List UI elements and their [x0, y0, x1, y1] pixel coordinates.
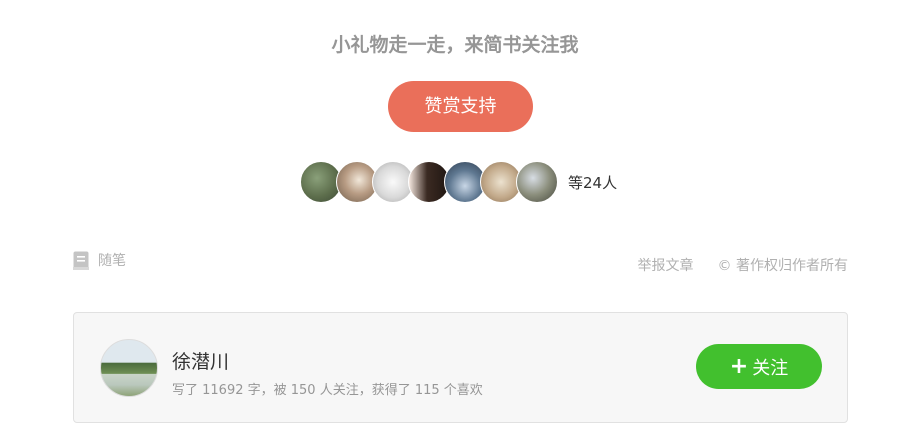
- article-meta: 举报文章 © 著作权归作者所有: [638, 255, 848, 275]
- supporters-count[interactable]: 等24人: [568, 172, 617, 193]
- author-name[interactable]: 徐潜川: [172, 347, 229, 374]
- author-avatar[interactable]: [100, 339, 158, 397]
- author-card: 徐潜川 写了 11692 字，被 150 人关注，获得了 115 个喜欢 + 关…: [73, 312, 848, 423]
- page: 小礼物走一走，来简书关注我 赞赏支持 等24人 随笔 举报文章 © 著作权归作者…: [0, 0, 910, 438]
- copyright-notice: © 著作权归作者所有: [717, 258, 848, 274]
- follow-label: 关注: [752, 357, 789, 379]
- reward-support-button[interactable]: 赞赏支持: [388, 81, 533, 132]
- follow-button[interactable]: + 关注: [696, 344, 822, 389]
- supporter-avatar[interactable]: [516, 161, 558, 203]
- report-article-link[interactable]: 举报文章: [638, 255, 694, 275]
- notebook-label: 随笔: [98, 253, 126, 269]
- plus-icon: +: [729, 353, 749, 379]
- notebook-icon: [73, 251, 89, 270]
- author-stats: 写了 11692 字，被 150 人关注，获得了 115 个喜欢: [172, 383, 483, 398]
- notebook-link[interactable]: 随笔: [73, 250, 126, 270]
- supporters-list[interactable]: 等24人: [300, 160, 617, 204]
- reward-title: 小礼物走一走，来简书关注我: [331, 34, 579, 56]
